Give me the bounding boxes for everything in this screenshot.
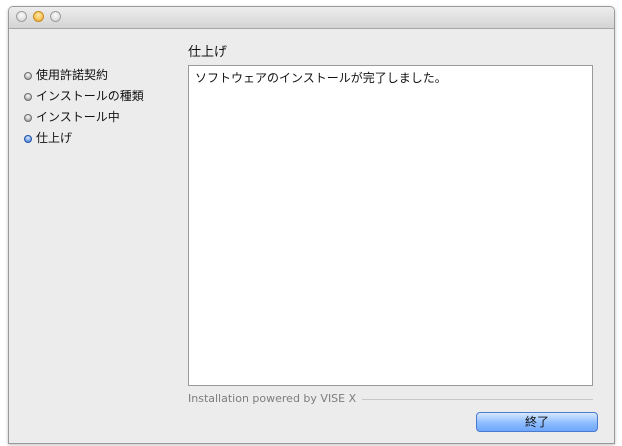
zoom-window-button[interactable] [50,11,61,22]
step-label: 使用許諾契約 [36,68,109,82]
close-window-button[interactable] [16,11,27,22]
completion-message: ソフトウェアのインストールが完了しました。 [195,71,447,85]
section-title: 仕上げ [188,45,228,60]
step-label: 仕上げ [36,131,73,145]
title-bar [9,7,614,29]
step-installing: インストール中 [24,107,184,128]
step-license-agreement: 使用許諾契約 [24,65,184,86]
step-installation-type: インストールの種類 [24,86,184,107]
installer-steps-list: 使用許諾契約 インストールの種類 インストール中 仕上げ [24,65,184,149]
powered-by-label: Installation powered by VISE X [188,392,363,406]
active-step-bullet-icon [24,135,32,143]
step-bullet-icon [24,72,32,80]
step-bullet-icon [24,93,32,101]
powered-by-row: Installation powered by VISE X [188,392,593,408]
step-label: インストール中 [36,110,120,124]
step-label: インストールの種類 [36,89,144,103]
message-area: ソフトウェアのインストールが完了しました。 [188,65,593,386]
finish-button[interactable]: 終了 [476,412,598,432]
step-bullet-icon [24,114,32,122]
minimize-window-button[interactable] [33,11,44,22]
installer-window: 使用許諾契約 インストールの種類 インストール中 仕上げ 仕上げ ソフトウェアの… [8,6,615,444]
step-finish: 仕上げ [24,128,184,149]
